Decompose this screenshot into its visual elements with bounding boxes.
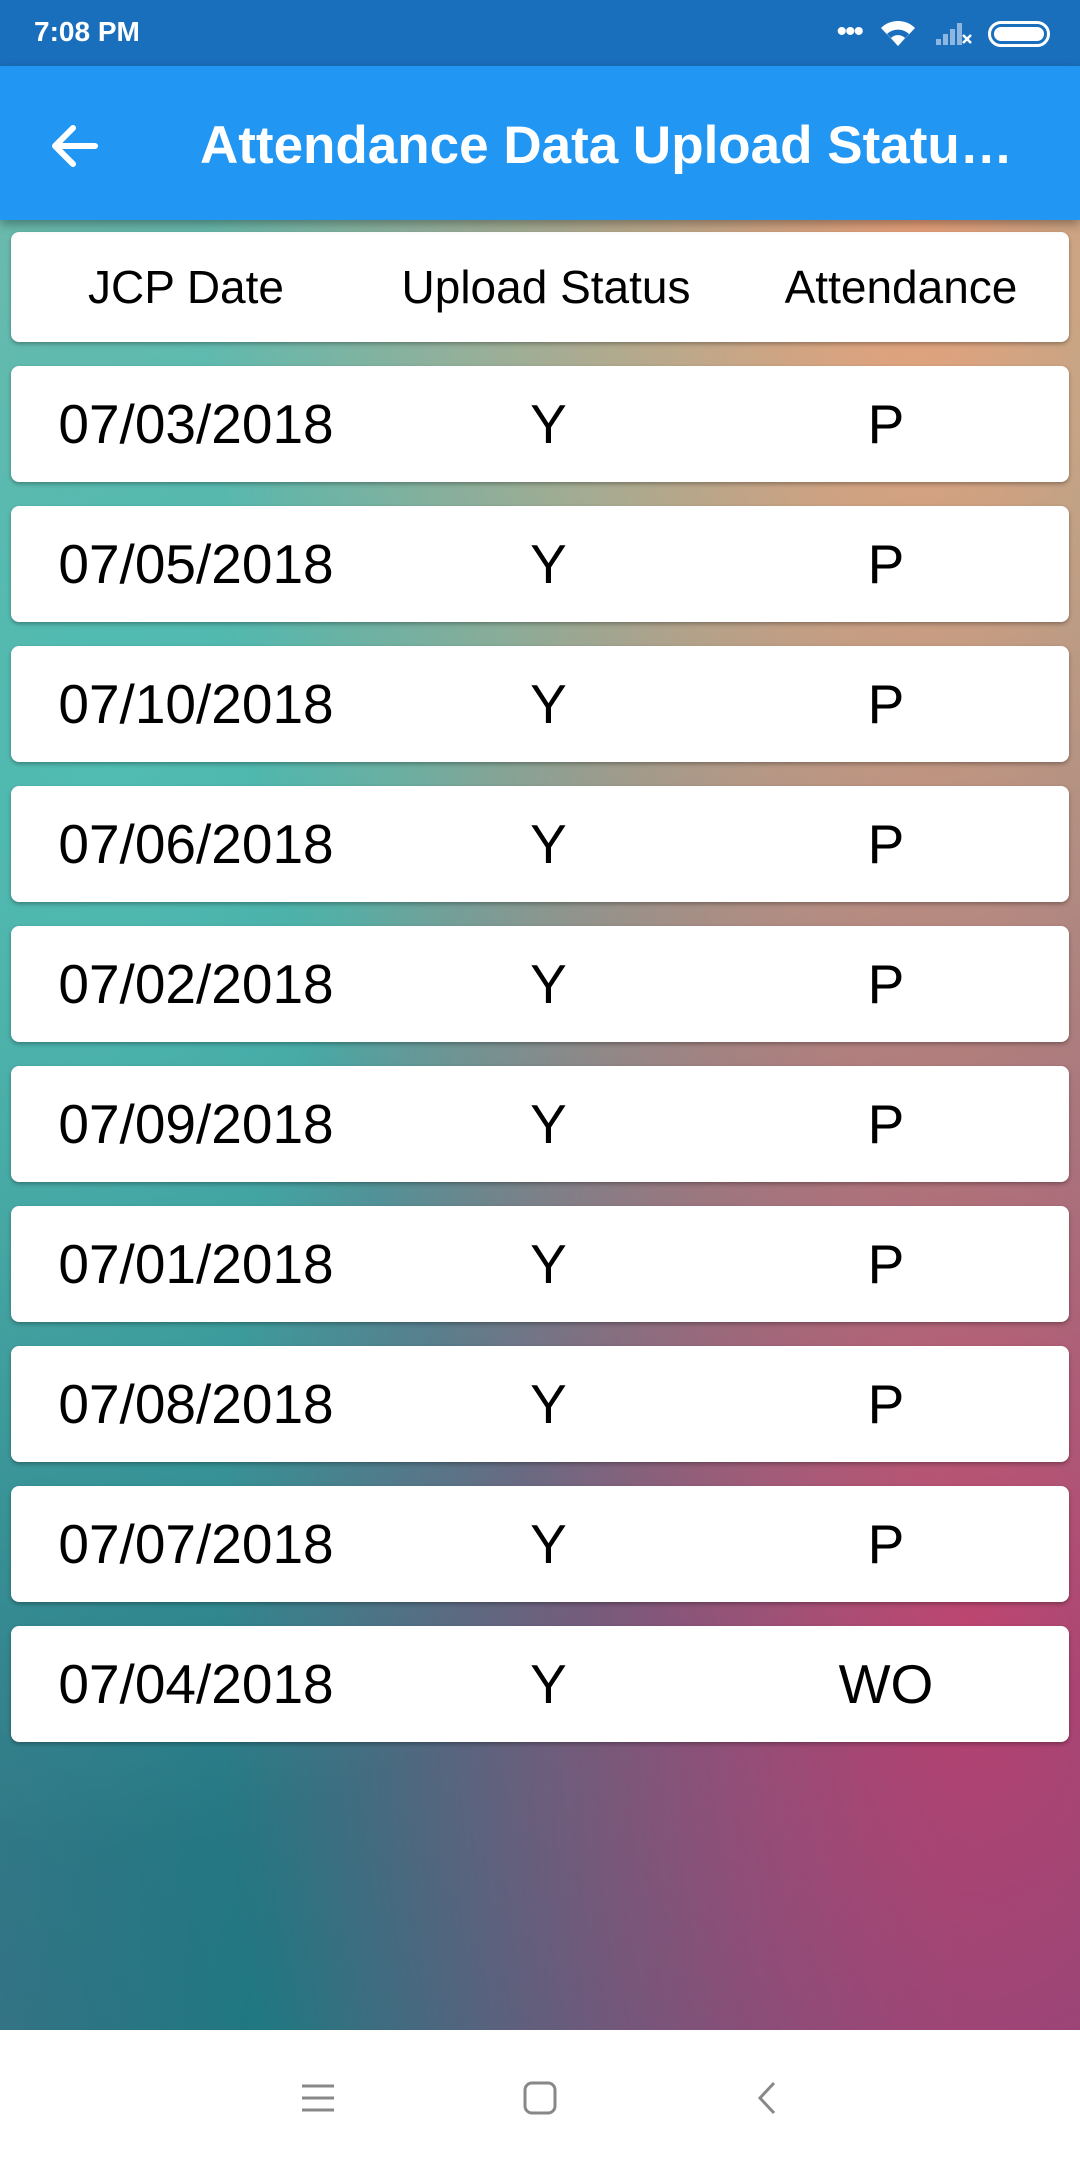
- back-chevron-icon: [757, 2081, 776, 2115]
- date-cell: 07/09/2018: [58, 1093, 334, 1155]
- menu-button[interactable]: [278, 2058, 358, 2138]
- table-row: 07/05/2018 Y P: [11, 506, 1069, 622]
- date-cell: 07/07/2018: [58, 1513, 334, 1575]
- more-dots-icon: •••: [836, 15, 863, 48]
- home-square-icon: [523, 2081, 557, 2115]
- table-row: 07/04/2018 Y WO: [11, 1626, 1069, 1742]
- upload-status-cell: Y: [530, 533, 567, 595]
- status-bar: 7:08 PM •••: [0, 0, 1080, 66]
- upload-status-cell: Y: [530, 813, 567, 875]
- attendance-cell: P: [867, 1093, 905, 1155]
- upload-status-cell: Y: [530, 1093, 567, 1155]
- column-header-jcp-date: JCP Date: [87, 261, 285, 313]
- date-cell: 07/10/2018: [58, 673, 334, 735]
- attendance-cell: P: [867, 673, 905, 735]
- table-row: 07/01/2018 Y P: [11, 1206, 1069, 1322]
- date-cell: 07/04/2018: [58, 1653, 334, 1715]
- upload-status-cell: Y: [530, 1373, 567, 1435]
- date-cell: 07/06/2018: [58, 813, 334, 875]
- battery-icon: [988, 21, 1050, 47]
- date-cell: 07/08/2018: [58, 1373, 334, 1435]
- upload-status-cell: Y: [530, 1233, 567, 1295]
- attendance-cell: P: [867, 393, 905, 455]
- attendance-cell: P: [867, 1513, 905, 1575]
- date-cell: 07/05/2018: [58, 533, 334, 595]
- arrow-left-icon: [52, 125, 98, 167]
- attendance-cell: P: [867, 953, 905, 1015]
- table-row: 07/08/2018 Y P: [11, 1346, 1069, 1462]
- attendance-cell: P: [867, 533, 905, 595]
- date-cell: 07/01/2018: [58, 1233, 334, 1295]
- upload-status-cell: Y: [530, 393, 567, 455]
- table-row: 07/09/2018 Y P: [11, 1066, 1069, 1182]
- table-row: 07/07/2018 Y P: [11, 1486, 1069, 1602]
- status-icons: •••: [836, 14, 1050, 54]
- attendance-cell: P: [867, 813, 905, 875]
- upload-status-cell: Y: [530, 673, 567, 735]
- app-bar: Attendance Data Upload Status ...: [0, 66, 1080, 220]
- date-cell: 07/02/2018: [58, 953, 334, 1015]
- date-cell: 07/03/2018: [58, 393, 334, 455]
- status-time: 7:08 PM: [34, 16, 140, 47]
- table-row: 07/03/2018 Y P: [11, 366, 1069, 482]
- column-header-attendance: Attendance: [784, 261, 1018, 313]
- back-button[interactable]: [38, 110, 110, 182]
- table-row: 07/10/2018 Y P: [11, 646, 1069, 762]
- upload-status-cell: Y: [530, 1653, 567, 1715]
- attendance-cell: P: [867, 1233, 905, 1295]
- screen: 7:08 PM ••• Attendance Data Upload Statu…: [0, 0, 1080, 2160]
- signal-icon: [934, 17, 972, 52]
- table-row: 07/02/2018 Y P: [11, 926, 1069, 1042]
- table-row: 07/06/2018 Y P: [11, 786, 1069, 902]
- page-title: Attendance Data Upload Status ...: [200, 116, 1040, 175]
- table-header: JCP Date Upload Status Attendance: [11, 232, 1069, 342]
- nav-back-button[interactable]: [727, 2058, 807, 2138]
- attendance-cell: P: [867, 1373, 905, 1435]
- home-button[interactable]: [500, 2058, 580, 2138]
- column-header-upload-status: Upload Status: [401, 261, 691, 313]
- navigation-bar: [0, 2030, 1080, 2160]
- wifi-icon: [878, 16, 918, 53]
- attendance-table: JCP Date Upload Status Attendance 07/03/…: [11, 232, 1069, 1766]
- upload-status-cell: Y: [530, 1513, 567, 1575]
- menu-icon: [302, 2084, 334, 2112]
- attendance-cell: WO: [838, 1653, 934, 1715]
- upload-status-cell: Y: [530, 953, 567, 1015]
